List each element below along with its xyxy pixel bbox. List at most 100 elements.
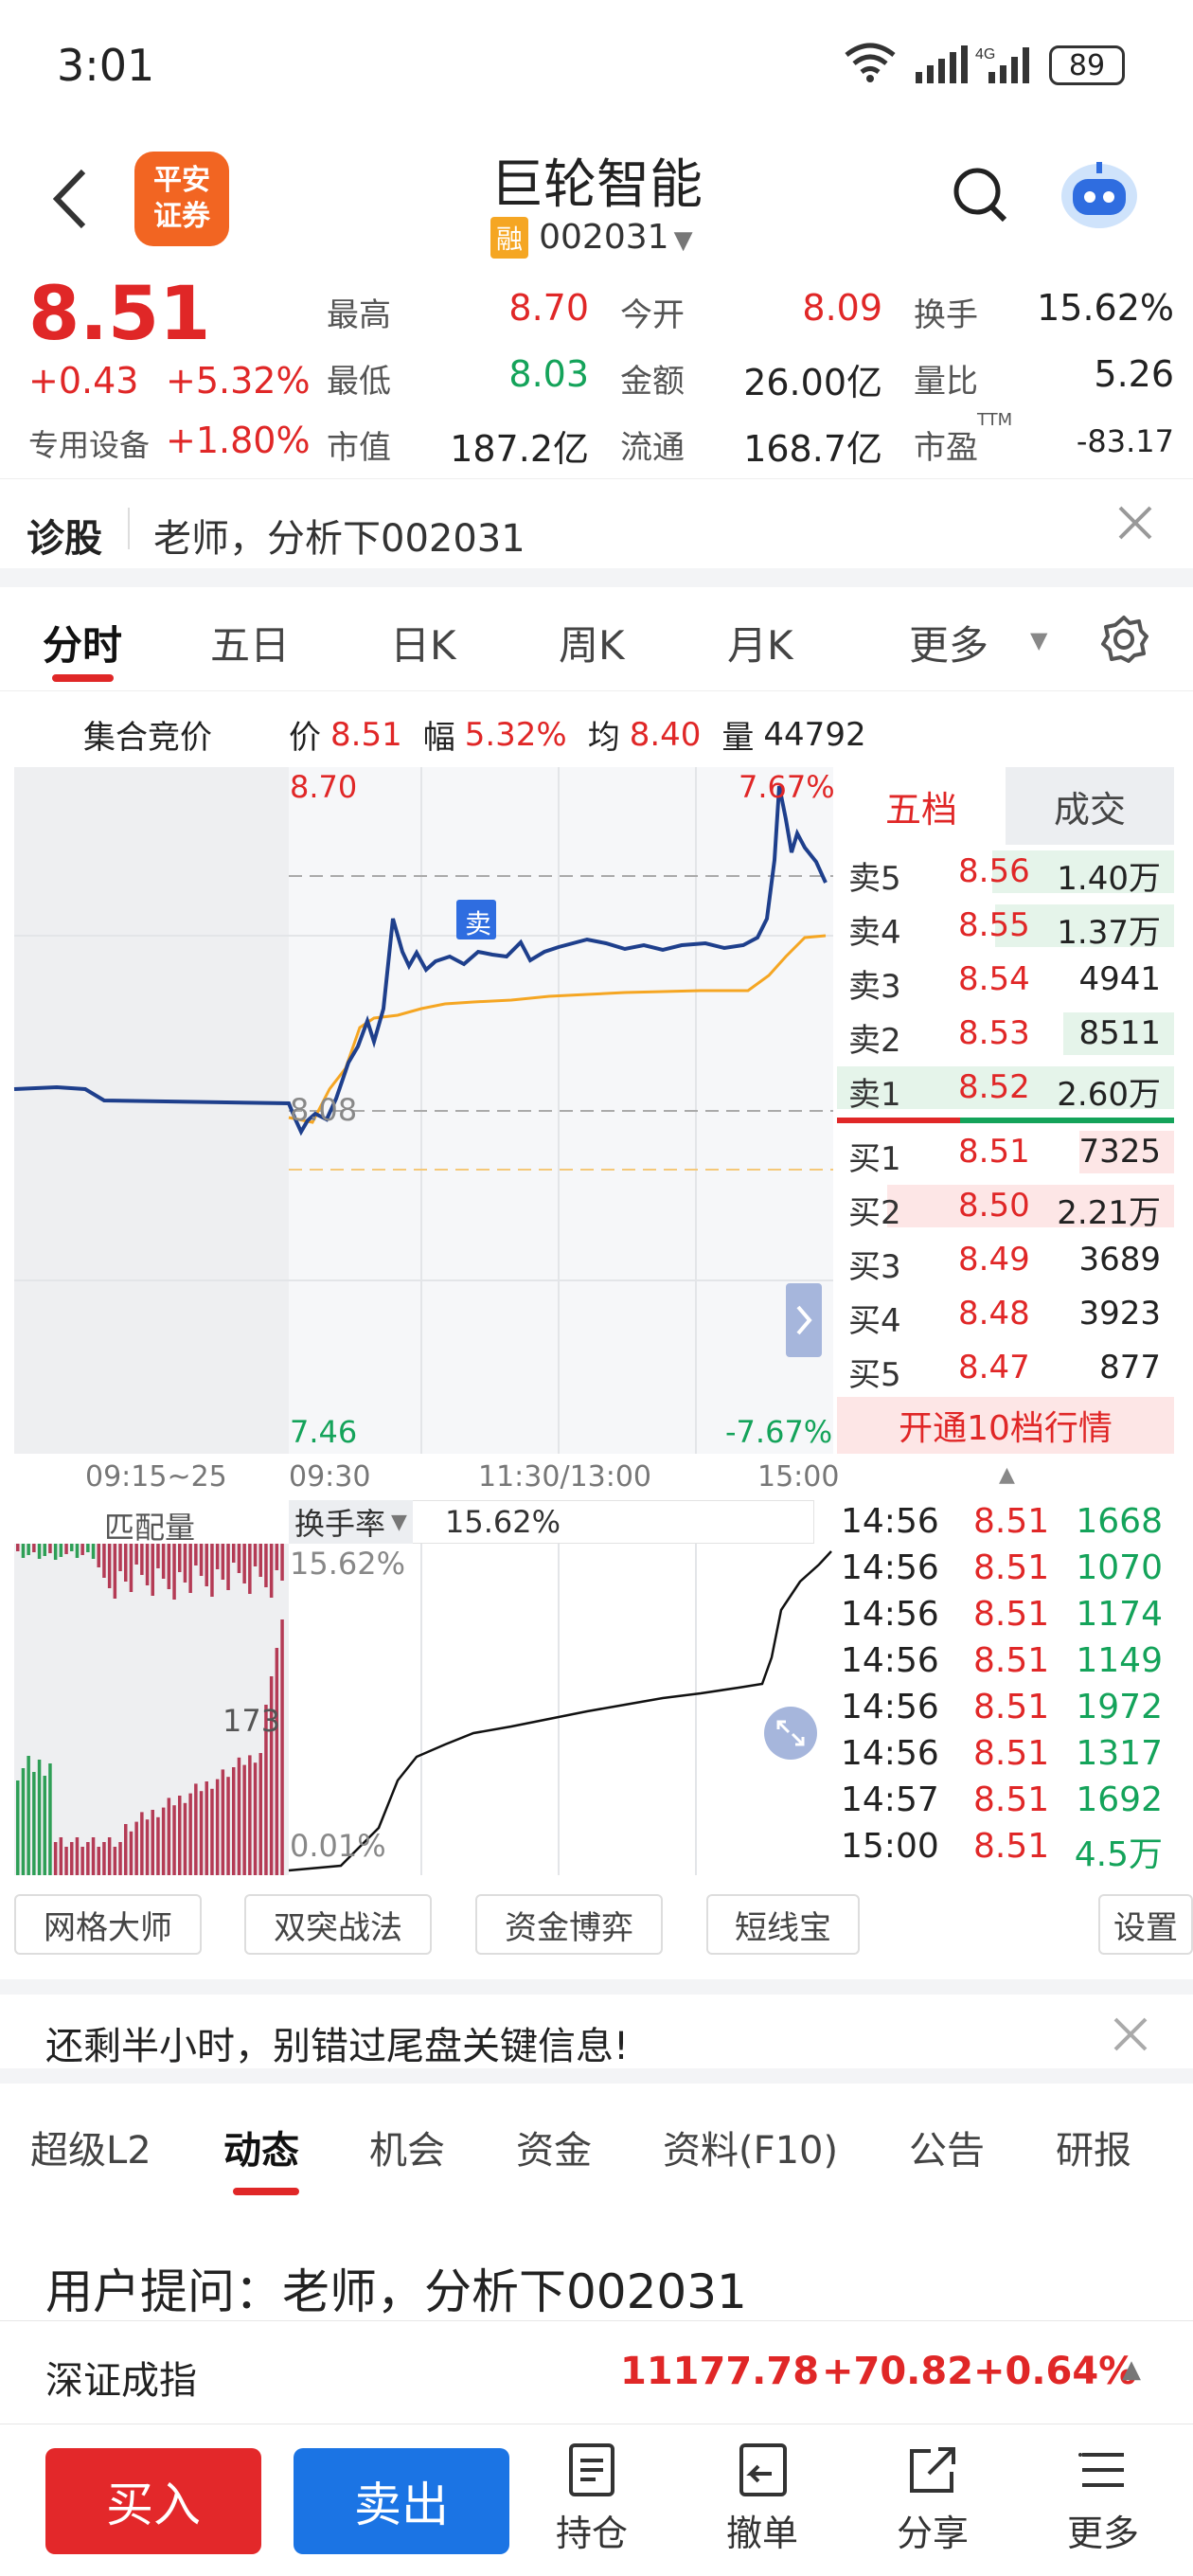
auction-volume-bar	[151, 1810, 154, 1875]
volume-ratio-label: 量比	[914, 363, 978, 401]
more-button[interactable]: 更多	[1046, 2442, 1160, 2556]
tool-double-breakout[interactable]: 双突战法	[244, 1894, 432, 1955]
tick-row: 14:57 8.51 1692	[841, 1777, 1182, 1822]
mid-price-label: 8.08	[290, 1092, 358, 1128]
tool-grid-master[interactable]: 网格大师	[14, 1894, 202, 1955]
pe-ttm-suffix: TTM	[977, 410, 1013, 430]
index-ticker[interactable]: 深证成指 11177.78 +70.82 +0.64% ▲	[0, 2320, 1193, 2424]
intraday-chart[interactable]: 卖 8.70 7.67% 8.08 7.46 -7.67%	[0, 767, 835, 1454]
notice-close-button[interactable]	[1110, 2013, 1151, 2059]
ask-row[interactable]: 卖5 8.56 1.40万	[837, 845, 1174, 899]
market-cap-value: 187.2亿	[450, 428, 589, 470]
auction-volume-bar	[102, 1842, 106, 1875]
auction-volume-bar	[253, 1544, 258, 1566]
float-cap-label: 流通	[620, 429, 685, 467]
turnover-chart[interactable]: 匹配量 换手率 ▼ 15.62% 15.62% 0.01% 173	[0, 1496, 833, 1875]
notice-banner[interactable]: 还剩半小时，别错过尾盘关键信息!	[0, 1979, 1193, 2084]
auction-volume-bar	[194, 1783, 198, 1875]
diagnosis-bar[interactable]: 诊股 老师，分析下002031	[0, 478, 1193, 573]
turnover-dropdown[interactable]: 换手率 ▼	[289, 1500, 413, 1544]
tab-weekly-k[interactable]: 周K	[559, 614, 625, 671]
auction-volume-bar	[167, 1798, 171, 1875]
tool-short-term[interactable]: 短线宝	[706, 1894, 860, 1955]
auction-volume-bar	[221, 1544, 225, 1580]
tab-monthly-k[interactable]: 月K	[727, 614, 793, 671]
back-button[interactable]	[47, 166, 95, 232]
sector-name[interactable]: 专用设备	[28, 421, 150, 465]
ask-row[interactable]: 卖2 8.53 8511	[837, 1007, 1174, 1061]
bid-price: 8.47	[958, 1349, 1030, 1386]
bid-volume: 7325	[1078, 1133, 1161, 1171]
tab-research[interactable]: 研报	[1056, 2120, 1131, 2174]
auction-volume-bar	[37, 1760, 42, 1875]
tick-volume: 1174	[1076, 1595, 1163, 1634]
expand-panel-button[interactable]	[786, 1283, 822, 1357]
ask-label: 卖5	[848, 860, 901, 898]
price-change: +0.43	[28, 360, 139, 402]
question-item[interactable]: 用户提问：老师，分析下002031	[0, 2197, 1193, 2320]
tool-settings[interactable]: 设置	[1098, 1894, 1193, 1955]
bid-label: 买2	[848, 1194, 901, 1232]
bid-row[interactable]: 买1 8.51 7325	[837, 1125, 1174, 1179]
tab-five-levels[interactable]: 五档	[837, 767, 1006, 845]
auction-volume-bar	[107, 1544, 112, 1588]
tick-volume: 1317	[1076, 1734, 1163, 1773]
tick-price: 8.51	[973, 1734, 1050, 1773]
ask-volume: 2.60万	[1057, 1076, 1161, 1114]
ask-label: 卖3	[848, 968, 901, 1006]
bid-row[interactable]: 买5 8.47 877	[837, 1341, 1174, 1395]
tick-time: 14:56	[841, 1548, 939, 1587]
open-label: 今开	[620, 296, 685, 334]
sell-button[interactable]: 卖出	[294, 2448, 509, 2554]
ask-row[interactable]: 卖3 8.54 4941	[837, 953, 1174, 1007]
tab-super-l2[interactable]: 超级L2	[30, 2120, 151, 2174]
positions-button[interactable]: 持仓	[535, 2442, 649, 2556]
open-ten-levels-button[interactable]: 开通10档行情	[837, 1397, 1174, 1454]
diagnosis-close-button[interactable]	[1113, 500, 1158, 549]
quote-panel: 8.51 +0.43 +5.32% 专用设备 +1.80% 最高 8.70 今开…	[0, 270, 1193, 478]
bid-label: 买3	[848, 1248, 901, 1286]
bid-row[interactable]: 买4 8.48 3923	[837, 1287, 1174, 1341]
auction-volume-bar	[86, 1544, 90, 1552]
auction-volume-bar	[264, 1544, 268, 1587]
price-change-pct: +5.32%	[166, 360, 311, 402]
info-price: 8.51	[330, 715, 402, 754]
chevron-left-icon	[52, 169, 86, 229]
ask-row[interactable]: 卖4 8.55 1.37万	[837, 899, 1174, 953]
share-button[interactable]: 分享	[876, 2442, 989, 2556]
x-tick-close: 15:00	[757, 1460, 840, 1494]
tab-dynamics[interactable]: 动态	[223, 2120, 299, 2174]
turnover-top-label: 15.62%	[290, 1546, 406, 1582]
tab-five-day[interactable]: 五日	[210, 614, 290, 671]
tab-capital[interactable]: 资金	[516, 2120, 592, 2174]
tool-capital-game[interactable]: 资金博弈	[475, 1894, 663, 1955]
bid-row[interactable]: 买2 8.50 2.21万	[837, 1179, 1174, 1233]
bid-row[interactable]: 买3 8.49 3689	[837, 1233, 1174, 1287]
cancel-order-button[interactable]: 撤单	[705, 2442, 819, 2556]
chart-settings-button[interactable]	[1098, 614, 1149, 669]
auction-volume-bar	[91, 1837, 96, 1875]
search-button[interactable]	[952, 166, 1010, 228]
tab-intraday[interactable]: 分时	[43, 614, 122, 671]
ask-row[interactable]: 卖1 8.52 2.60万	[837, 1061, 1174, 1115]
tab-profile-f10[interactable]: 资料(F10)	[663, 2120, 838, 2174]
tab-deals[interactable]: 成交	[1006, 767, 1174, 845]
amount-value: 26.00亿	[743, 362, 882, 403]
buy-button[interactable]: 买入	[45, 2448, 261, 2554]
tab-daily-k[interactable]: 日K	[390, 614, 456, 671]
assistant-button[interactable]	[1059, 158, 1140, 234]
tick-row: 14:56 8.51 1070	[841, 1545, 1182, 1590]
auction-volume-bar	[140, 1812, 144, 1875]
fullscreen-button[interactable]	[764, 1707, 817, 1760]
auction-volume-bar	[75, 1544, 80, 1558]
tab-announcements[interactable]: 公告	[909, 2120, 985, 2174]
content-tabs: 超级L2 动态 机会 资金 资料(F10) 公告 研报	[0, 2084, 1193, 2197]
scroll-up-icon[interactable]: ▲	[999, 1463, 1015, 1487]
bid-price: 8.51	[958, 1133, 1030, 1171]
auction-volume-bar	[134, 1821, 138, 1875]
tab-opportunity[interactable]: 机会	[369, 2120, 445, 2174]
chart-info-bar: 集合竞价 价 8.51 幅 5.32% 均 8.40 量 44792	[0, 696, 866, 767]
stock-code-selector[interactable]: 融 002031 ▼	[490, 217, 693, 259]
bid-volume: 2.21万	[1057, 1194, 1161, 1232]
tab-more[interactable]: 更多	[909, 614, 988, 671]
